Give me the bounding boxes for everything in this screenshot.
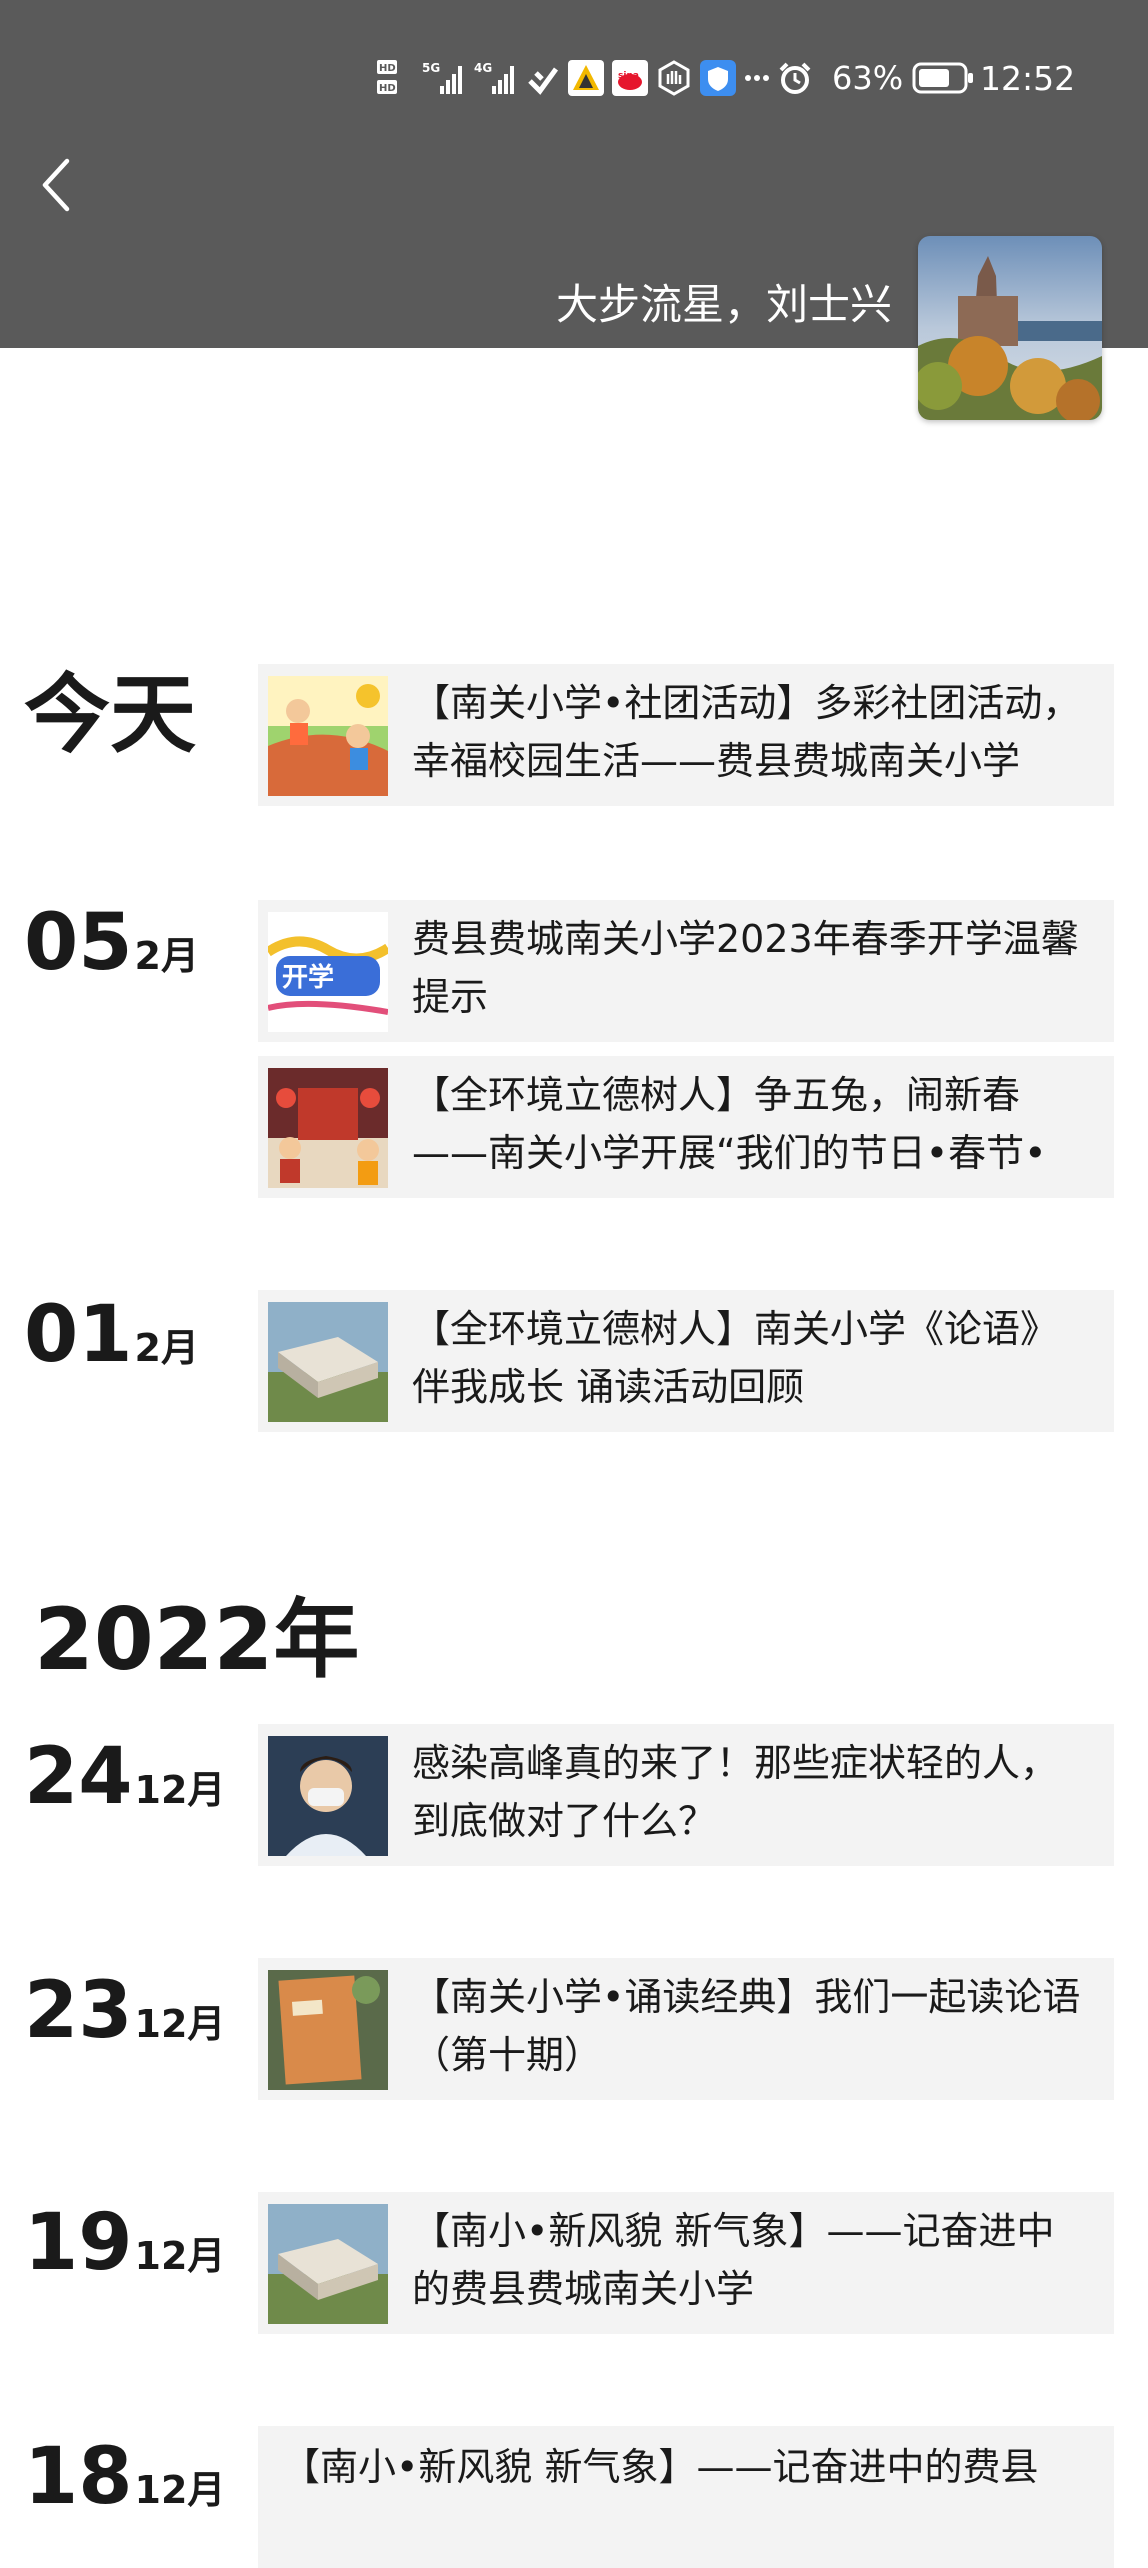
battery-icon	[912, 48, 974, 108]
date-day: 01	[24, 1290, 133, 1380]
date-label: 23 12月	[24, 1966, 225, 2069]
post-item[interactable]: 开学 费县费城南关小学2023年春季开学温馨提示	[258, 900, 1114, 1042]
weibo-icon: sina	[612, 60, 648, 96]
post-item[interactable]: 【南小•新风貌 新气象】——记奋进中的费县费城南关小学	[258, 2192, 1114, 2334]
wifi-icon	[528, 67, 559, 95]
post-thumbnail	[268, 676, 388, 796]
date-month: 2月	[134, 1326, 199, 1370]
post-thumbnail: 开学	[268, 912, 388, 1032]
post-title: 【南小•新风貌 新气象】——记奋进中的费县费城南关小学	[412, 2209, 1055, 2311]
post-item[interactable]: 【南关小学•诵读经典】我们一起读论语（第十期）	[258, 1958, 1114, 2100]
year-label: 2022年	[34, 1590, 360, 1690]
hand-icon	[658, 60, 690, 96]
app-icon-yellow	[568, 60, 604, 96]
date-label: 05 2月	[24, 898, 199, 1001]
status-icons: HD HD 5G 4G sina	[376, 48, 820, 108]
date-day: 24	[24, 1732, 133, 1822]
date-month: 12月	[134, 1768, 226, 1812]
chevron-left-icon	[42, 158, 70, 212]
date-label: 24 12月	[24, 1732, 225, 1835]
status-time: 12:52	[980, 58, 1076, 98]
alarm-icon	[779, 62, 811, 94]
svg-text:HD: HD	[379, 83, 396, 94]
date-day: 18	[24, 2432, 133, 2522]
post-thumbnail	[268, 1302, 388, 1422]
battery-percent: 63%	[832, 59, 904, 97]
date-month: 2月	[134, 934, 199, 978]
post-item[interactable]: 【南关小学•社团活动】多彩社团活动，幸福校园生活——费县费城南关小学	[258, 664, 1114, 806]
svg-text:4G: 4G	[474, 61, 492, 75]
svg-text:sina: sina	[618, 71, 639, 81]
shield-icon	[700, 60, 736, 96]
post-title: 【南关小学•社团活动】多彩社团活动，幸福校园生活——费县费城南关小学	[412, 681, 1081, 783]
post-item[interactable]: 【南小•新风貌 新气象】——记奋进中的费县	[258, 2426, 1114, 2568]
today-label: 今天	[24, 665, 196, 765]
post-title: 【全环境立德树人】争五兔，闹新春——南关小学开展“我们的节日•春节•	[412, 1073, 1047, 1175]
post-item[interactable]: 【全环境立德树人】南关小学《论语》伴我成长 诵读活动回顾	[258, 1290, 1114, 1432]
signal-4g-icon: 4G	[474, 61, 514, 94]
post-thumbnail	[268, 1736, 388, 1856]
post-title: 【南小•新风貌 新气象】——记奋进中的费县	[282, 2445, 1039, 2489]
post-title: 【全环境立德树人】南关小学《论语》伴我成长 诵读活动回顾	[412, 1307, 1059, 1409]
back-button[interactable]	[26, 150, 86, 220]
post-title: 费县费城南关小学2023年春季开学温馨提示	[412, 917, 1079, 1019]
post-thumbnail	[268, 1068, 388, 1188]
date-label: 19 12月	[24, 2198, 225, 2301]
date-month: 12月	[134, 2234, 226, 2278]
svg-text:HD: HD	[379, 63, 396, 74]
date-day: 19	[24, 2198, 133, 2288]
svg-text:开学: 开学	[282, 962, 334, 993]
date-label: 01 2月	[24, 1290, 199, 1393]
more-dots-icon	[745, 75, 769, 81]
post-item[interactable]: 感染高峰真的来了！那些症状轻的人，到底做对了什么？	[258, 1724, 1114, 1866]
status-bar: HD HD 5G 4G sina 63% 12:52	[0, 48, 1148, 108]
profile-nickname: 大步流星，刘士兴	[555, 280, 892, 329]
post-thumbnail	[268, 1970, 388, 2090]
hd-icon: HD HD	[377, 60, 397, 94]
date-day: 05	[24, 898, 133, 988]
signal-5g-icon: 5G	[422, 61, 462, 94]
date-month: 12月	[134, 2002, 226, 2046]
post-title: 【南关小学•诵读经典】我们一起读论语（第十期）	[412, 1975, 1081, 2077]
date-month: 12月	[134, 2468, 226, 2512]
post-title: 感染高峰真的来了！那些症状轻的人，到底做对了什么？	[412, 1741, 1059, 1843]
post-thumbnail	[268, 2204, 388, 2324]
date-label: 18 12月	[24, 2432, 225, 2535]
avatar[interactable]	[918, 236, 1102, 420]
date-day: 23	[24, 1966, 133, 2056]
post-item[interactable]: 【全环境立德树人】争五兔，闹新春——南关小学开展“我们的节日•春节•	[258, 1056, 1114, 1198]
svg-text:5G: 5G	[422, 61, 440, 75]
